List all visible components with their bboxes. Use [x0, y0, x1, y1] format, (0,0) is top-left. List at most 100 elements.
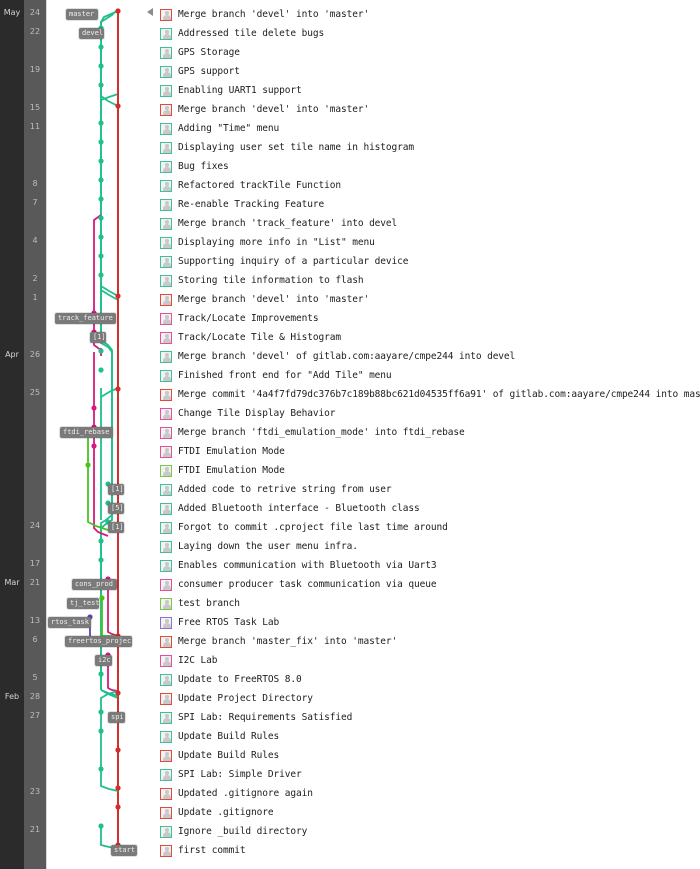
commit-dot[interactable]: [115, 293, 121, 299]
commit-row[interactable]: GPS support: [160, 62, 240, 81]
commit-row[interactable]: Update to FreeRTOS 8.0: [160, 670, 302, 689]
ref-label-ftdi_rebase[interactable]: ftdi_rebase: [60, 427, 113, 438]
commit-row[interactable]: Merge commit '4a4f7fd79dc376b7c189b88bc6…: [160, 385, 700, 404]
commit-message: Adding "Time" menu: [178, 122, 280, 134]
commit-row[interactable]: Update Build Rules: [160, 746, 279, 765]
commit-row[interactable]: Displaying more info in "List" menu: [160, 233, 375, 252]
commit-row[interactable]: Forgot to commit .cproject file last tim…: [160, 518, 448, 537]
commit-dot[interactable]: [98, 671, 104, 677]
ref-label-track_feature[interactable]: track_feature: [55, 313, 116, 324]
commit-dot[interactable]: [98, 177, 104, 183]
ref-label-i2c[interactable]: i2c: [95, 655, 112, 666]
commit-dot[interactable]: [115, 747, 121, 753]
commit-row[interactable]: Enabling UART1 support: [160, 81, 302, 100]
commit-row[interactable]: Merge branch 'ftdi_emulation_mode' into …: [160, 423, 465, 442]
commit-dot[interactable]: [98, 367, 104, 373]
commit-row[interactable]: Merge branch 'master_fix' into 'master': [160, 632, 397, 651]
commit-message: Change Tile Display Behavior: [178, 407, 336, 419]
commit-row[interactable]: Merge branch 'devel' of gitlab.com:aayar…: [160, 347, 515, 366]
commit-dot[interactable]: [98, 139, 104, 145]
commit-dot[interactable]: [98, 120, 104, 126]
commit-dot[interactable]: [98, 215, 104, 221]
ref-label-freertos_projec[interactable]: freertos_projec: [65, 636, 132, 647]
commit-row[interactable]: Adding "Time" menu: [160, 119, 279, 138]
commit-dot[interactable]: [98, 538, 104, 544]
commit-dot[interactable]: [98, 348, 104, 354]
ref-label-start[interactable]: start: [111, 845, 137, 856]
commit-row[interactable]: Added code to retrive string from user: [160, 480, 392, 499]
commit-dot[interactable]: [98, 766, 104, 772]
commit-dot[interactable]: [115, 103, 121, 109]
commit-dot[interactable]: [98, 63, 104, 69]
commit-dot[interactable]: [98, 196, 104, 202]
commit-row[interactable]: Bug fixes: [160, 157, 229, 176]
commit-row[interactable]: Storing tile information to flash: [160, 271, 364, 290]
ref-label-1[interactable]: [1]: [90, 332, 106, 343]
commit-row[interactable]: Update Project Directory: [160, 689, 313, 708]
ref-label-tj_test[interactable]: tj_test: [67, 598, 99, 609]
commit-row[interactable]: FTDI Emulation Mode: [160, 461, 285, 480]
commit-dot[interactable]: [98, 234, 104, 240]
commit-row[interactable]: Supporting inquiry of a particular devic…: [160, 252, 409, 271]
commit-dot[interactable]: [98, 709, 104, 715]
commit-dot[interactable]: [91, 405, 97, 411]
commit-row[interactable]: Laying down the user menu infra.: [160, 537, 358, 556]
commit-row[interactable]: GPS Storage: [160, 43, 240, 62]
ref-label-5[interactable]: [5]: [108, 503, 124, 514]
commit-row[interactable]: SPI Lab: Requirements Satisfied: [160, 708, 352, 727]
commit-dot[interactable]: [98, 272, 104, 278]
ref-label-devel[interactable]: devel: [79, 28, 104, 39]
commit-dot[interactable]: [98, 44, 104, 50]
commit-dot[interactable]: [99, 595, 105, 601]
commit-row[interactable]: Merge branch 'devel' into 'master': [160, 290, 369, 309]
commit-row[interactable]: test branch: [160, 594, 240, 613]
commit-row[interactable]: Change Tile Display Behavior: [160, 404, 335, 423]
commit-row[interactable]: Updated .gitignore again: [160, 784, 313, 803]
commit-dot[interactable]: [115, 785, 121, 791]
commit-row[interactable]: SPI Lab: Simple Driver: [160, 765, 302, 784]
commit-dot[interactable]: [98, 158, 104, 164]
commit-row[interactable]: Merge branch 'track_feature' into devel: [160, 214, 397, 233]
ref-label-rtos_task[interactable]: rtos_task: [48, 617, 91, 628]
commit-dot[interactable]: [98, 728, 104, 734]
ref-label-1[interactable]: [1]: [108, 484, 124, 495]
commit-row[interactable]: consumer producer task communication via…: [160, 575, 437, 594]
commit-row[interactable]: Enables communication with Bluetooth via…: [160, 556, 437, 575]
commit-row[interactable]: Merge branch 'devel' into 'master': [160, 100, 369, 119]
commit-row[interactable]: Finished front end for "Add Tile" menu: [160, 366, 392, 385]
commit-dot[interactable]: [115, 386, 121, 392]
commit-dot[interactable]: [98, 253, 104, 259]
commit-dot[interactable]: [115, 804, 121, 810]
commit-dot[interactable]: [98, 82, 104, 88]
ref-label-spi[interactable]: spi: [108, 712, 125, 723]
commit-dot[interactable]: [98, 557, 104, 563]
commit-row[interactable]: Addressed tile delete bugs: [160, 24, 324, 43]
commit-message: Merge branch 'devel' into 'master': [178, 8, 370, 20]
commit-message: Ignore _build directory: [178, 825, 308, 837]
commit-row[interactable]: Update Build Rules: [160, 727, 279, 746]
commit-row[interactable]: Track/Locate Improvements: [160, 309, 319, 328]
ref-label-cons_prod[interactable]: cons_prod: [72, 579, 117, 590]
commit-row[interactable]: first commit: [160, 841, 246, 860]
commit-dot[interactable]: [91, 443, 97, 449]
commit-dot[interactable]: [98, 823, 104, 829]
commit-row[interactable]: Refactored trackTile Function: [160, 176, 341, 195]
commit-row[interactable]: Ignore _build directory: [160, 822, 307, 841]
commit-row[interactable]: Free RTOS Task Lab: [160, 613, 279, 632]
avatar-icon: [160, 464, 172, 477]
commit-row[interactable]: Merge branch 'devel' into 'master': [160, 5, 369, 24]
commit-message: Forgot to commit .cproject file last tim…: [178, 521, 448, 533]
commit-dot[interactable]: [115, 690, 121, 696]
commit-row[interactable]: Track/Locate Tile & Histogram: [160, 328, 341, 347]
commit-row[interactable]: Displaying user set tile name in histogr…: [160, 138, 414, 157]
commit-row[interactable]: Added Bluetooth interface - Bluetooth cl…: [160, 499, 420, 518]
commit-row[interactable]: Update .gitignore: [160, 803, 274, 822]
commit-row[interactable]: Re-enable Tracking Feature: [160, 195, 324, 214]
commit-row[interactable]: FTDI Emulation Mode: [160, 442, 285, 461]
commit-message: I2C Lab: [178, 654, 218, 666]
ref-label-master[interactable]: master: [66, 9, 98, 20]
commit-dot[interactable]: [115, 8, 121, 14]
ref-label-1[interactable]: [1]: [108, 522, 124, 533]
commit-dot[interactable]: [85, 462, 91, 468]
commit-row[interactable]: I2C Lab: [160, 651, 217, 670]
